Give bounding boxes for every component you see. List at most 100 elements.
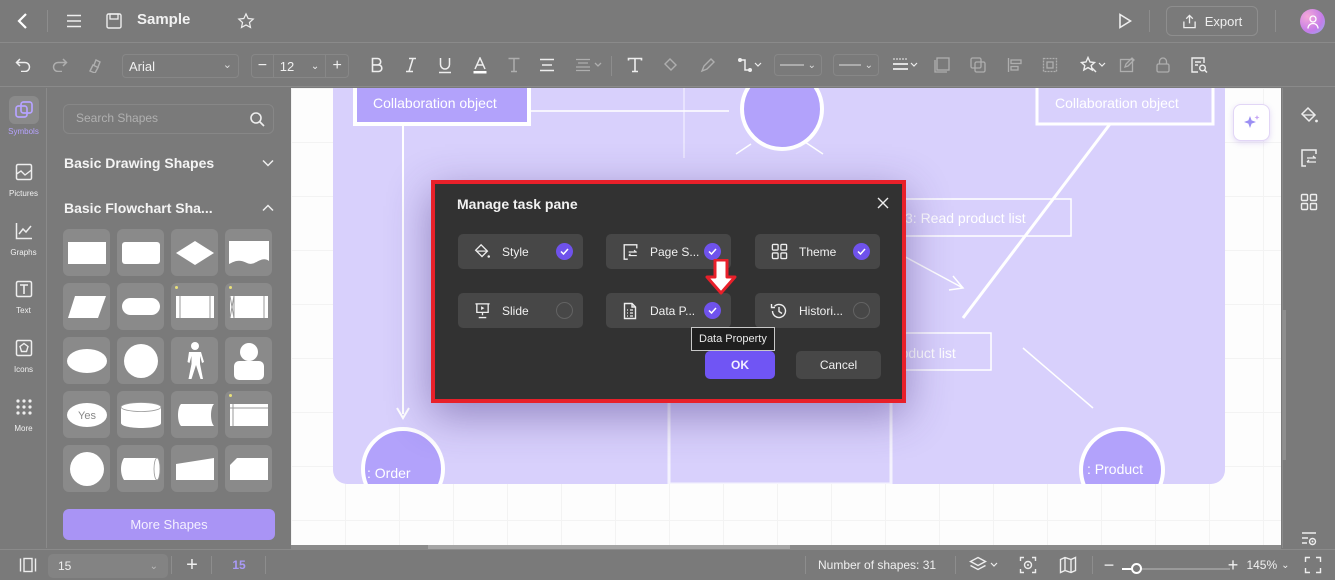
fill-icon[interactable]	[660, 54, 682, 76]
section-basic-flowchart-shapes[interactable]: Basic Flowchart Sha...	[64, 200, 274, 216]
decrease-font-button[interactable]: −	[252, 55, 274, 77]
layers-icon[interactable]	[967, 555, 1003, 575]
send-back-icon[interactable]	[967, 54, 989, 76]
text-tool-icon[interactable]	[624, 54, 646, 76]
option-slide[interactable]: Slide	[458, 293, 583, 328]
back-icon[interactable]	[12, 10, 34, 32]
align-objects-icon[interactable]	[1004, 54, 1026, 76]
ai-assistant-button[interactable]	[1233, 104, 1270, 141]
fullscreen-icon[interactable]	[1302, 555, 1324, 575]
shape-yes-ellipse[interactable]: Yes	[63, 391, 110, 438]
shape-card[interactable]	[225, 445, 272, 492]
shape-process[interactable]	[63, 229, 110, 276]
section-basic-drawing-shapes[interactable]: Basic Drawing Shapes	[64, 155, 274, 171]
page-setup-pane-icon[interactable]	[1298, 147, 1320, 169]
zoom-slider-handle[interactable]	[1131, 563, 1142, 574]
pen-icon[interactable]	[697, 54, 719, 76]
zoom-in-button[interactable]: +	[1225, 555, 1241, 575]
italic-icon[interactable]	[400, 54, 422, 76]
checkbox-checked[interactable]	[853, 243, 870, 260]
font-size-stepper[interactable]: − 12 ⌄ +	[251, 54, 349, 78]
shape-internal-storage[interactable]	[225, 283, 272, 330]
find-icon[interactable]	[1188, 54, 1210, 76]
play-icon[interactable]	[1114, 10, 1136, 32]
vertical-scrollbar[interactable]	[1282, 310, 1286, 460]
rail-item-more[interactable]: More	[0, 393, 47, 433]
shape-cylinder[interactable]	[117, 391, 164, 438]
checkbox-unchecked[interactable]	[556, 302, 573, 319]
bold-icon[interactable]	[366, 54, 388, 76]
shape-actor[interactable]	[171, 337, 218, 384]
star-icon[interactable]	[235, 10, 257, 32]
focus-icon[interactable]	[1017, 555, 1039, 575]
rail-item-pictures[interactable]: Pictures	[0, 158, 47, 198]
rail-item-text[interactable]: Text	[0, 275, 47, 315]
text-strikethrough-icon[interactable]	[503, 54, 525, 76]
shape-rounded-rectangle[interactable]	[117, 229, 164, 276]
cancel-button[interactable]: Cancel	[796, 351, 881, 379]
close-icon[interactable]	[874, 194, 892, 212]
redo-icon[interactable]	[49, 54, 71, 76]
edit-icon[interactable]	[1116, 54, 1138, 76]
option-history[interactable]: Histori...	[755, 293, 880, 328]
rail-item-icons[interactable]: Icons	[0, 334, 47, 374]
shape-circle[interactable]	[117, 337, 164, 384]
line-style-select[interactable]: ⌄	[774, 54, 822, 76]
option-theme[interactable]: Theme	[755, 234, 880, 269]
arrow-style-select[interactable]: ⌄	[833, 54, 879, 76]
shape-manual-input[interactable]	[171, 445, 218, 492]
ok-button[interactable]: OK	[705, 351, 775, 379]
group-icon[interactable]	[1039, 54, 1061, 76]
font-family-select[interactable]: Arial ⌄	[122, 54, 239, 78]
line-weight-icon[interactable]	[891, 54, 921, 76]
page-view-icon[interactable]	[17, 555, 39, 575]
document-title[interactable]: Sample	[137, 11, 190, 28]
checkbox-checked[interactable]	[556, 243, 573, 260]
menu-icon[interactable]	[63, 10, 85, 32]
theme-pane-icon[interactable]	[1298, 191, 1320, 213]
shape-stored-data[interactable]	[171, 391, 218, 438]
page-tab[interactable]: 15	[225, 555, 253, 575]
style-pane-icon[interactable]	[1298, 105, 1320, 127]
more-shapes-button[interactable]: More Shapes	[63, 509, 275, 540]
shape-ellipse[interactable]	[63, 337, 110, 384]
rail-item-symbols[interactable]: Symbols	[0, 96, 47, 136]
search-input[interactable]	[76, 111, 246, 125]
shape-data[interactable]	[63, 283, 110, 330]
shape-terminator[interactable]	[117, 283, 164, 330]
shape-internal-storage-alt[interactable]	[225, 391, 272, 438]
font-color-icon[interactable]	[469, 54, 491, 76]
checkbox-checked[interactable]	[704, 243, 721, 260]
lock-icon[interactable]	[1152, 54, 1174, 76]
search-icon[interactable]	[249, 111, 265, 132]
align-icon[interactable]	[536, 54, 558, 76]
connector-icon[interactable]	[736, 54, 766, 76]
rail-item-graphs[interactable]: Graphs	[0, 217, 47, 257]
undo-icon[interactable]	[12, 54, 34, 76]
checkbox-unchecked[interactable]	[853, 302, 870, 319]
bring-front-icon[interactable]	[931, 54, 953, 76]
line-spacing-icon[interactable]	[573, 54, 605, 76]
magic-icon[interactable]	[1079, 54, 1109, 76]
shape-document[interactable]	[225, 229, 272, 276]
shape-user[interactable]	[225, 337, 272, 384]
user-avatar[interactable]	[1300, 9, 1325, 34]
page-select[interactable]: 15 ⌄	[48, 554, 168, 578]
format-painter-icon[interactable]	[84, 54, 106, 76]
checkbox-checked[interactable]	[704, 302, 721, 319]
increase-font-button[interactable]: +	[326, 55, 348, 77]
shape-horizontal-cylinder[interactable]	[117, 445, 164, 492]
save-icon[interactable]	[103, 10, 125, 32]
shape-predefined-process[interactable]	[171, 283, 218, 330]
website-node[interactable]	[740, 88, 824, 151]
map-icon[interactable]	[1057, 555, 1079, 575]
manage-panes-icon[interactable]	[1298, 528, 1320, 550]
export-button[interactable]: Export	[1166, 6, 1258, 36]
zoom-level-select[interactable]: 145% ⌄	[1244, 555, 1292, 575]
option-style[interactable]: Style	[458, 234, 583, 269]
add-page-button[interactable]: +	[181, 554, 203, 576]
font-size-select[interactable]: 12 ⌄	[274, 55, 327, 77]
underline-icon[interactable]	[434, 54, 456, 76]
shape-connector[interactable]	[63, 445, 110, 492]
shape-decision[interactable]	[171, 229, 218, 276]
